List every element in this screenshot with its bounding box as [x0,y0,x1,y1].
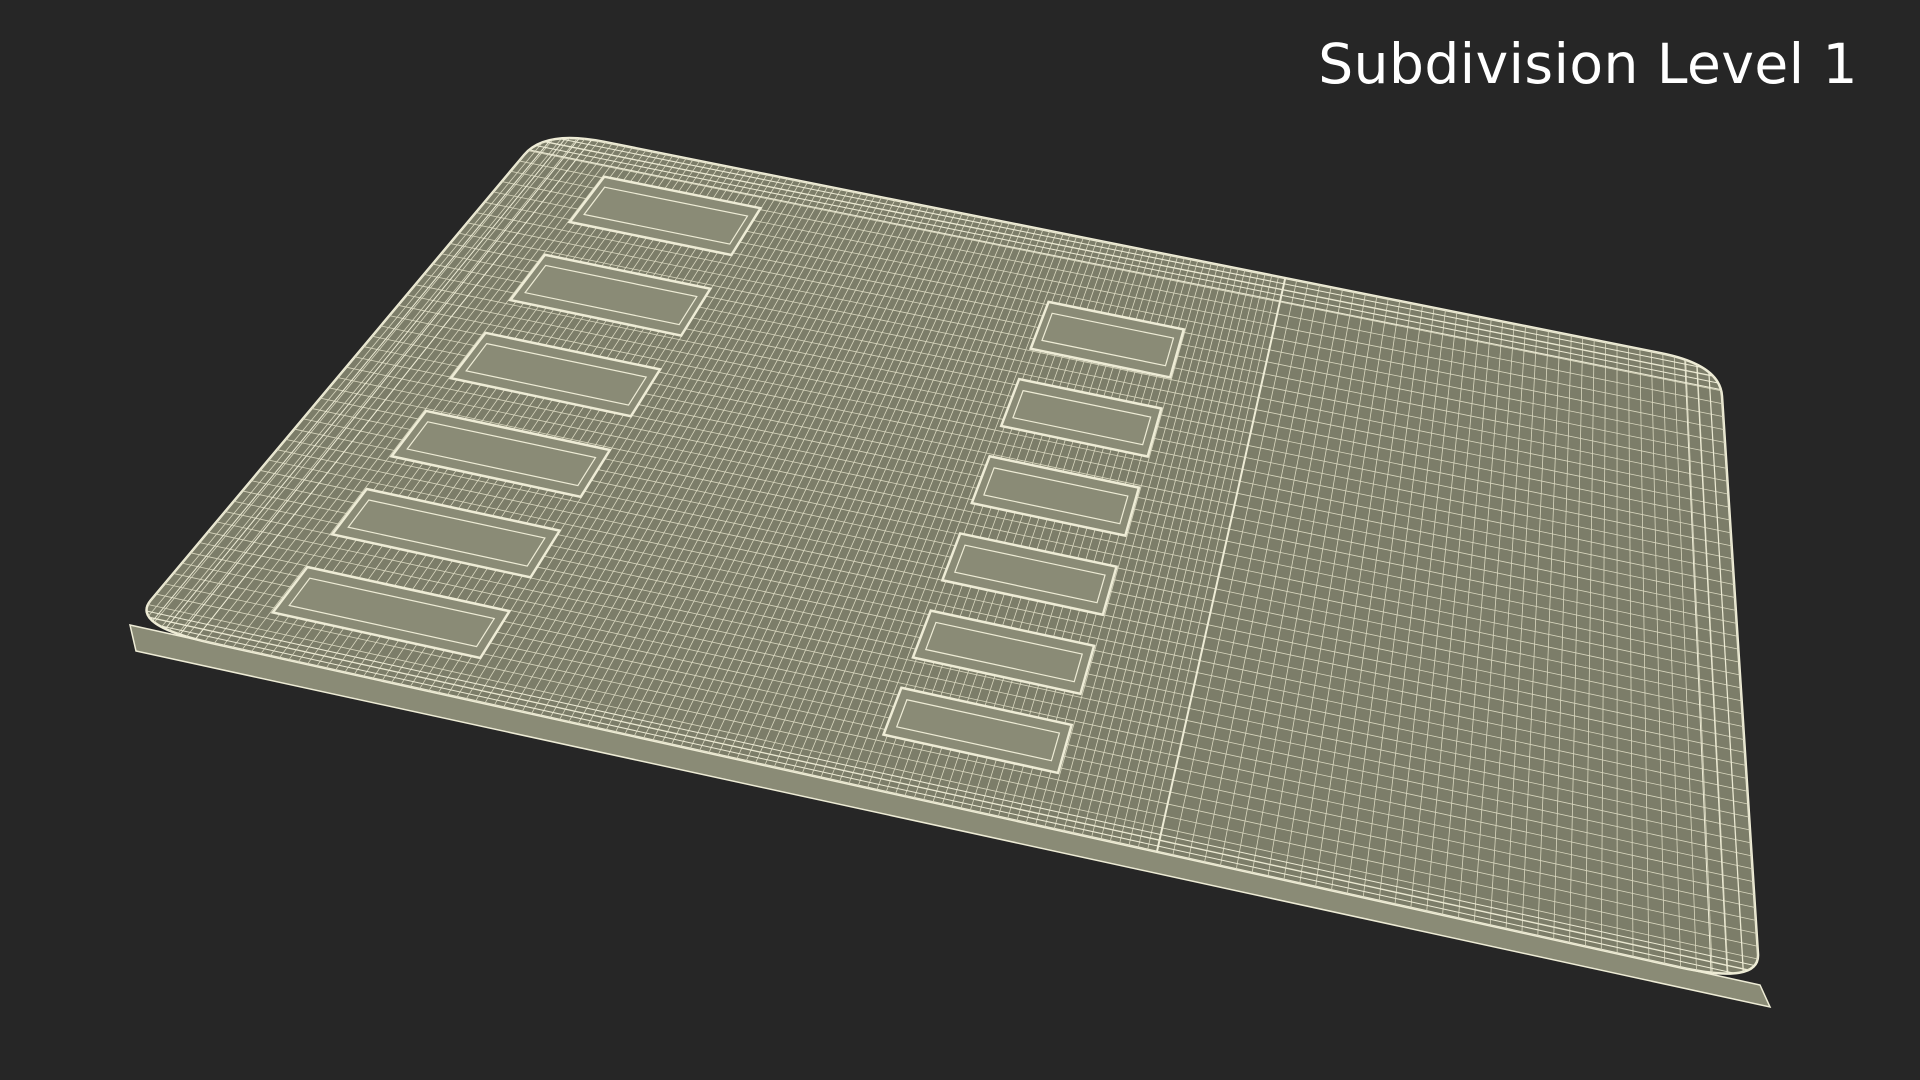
viewport: Subdivision Level 1 [0,0,1920,1080]
subdivision-level-label: Subdivision Level 1 [1318,32,1858,96]
wireframe-model [129,136,1772,1009]
